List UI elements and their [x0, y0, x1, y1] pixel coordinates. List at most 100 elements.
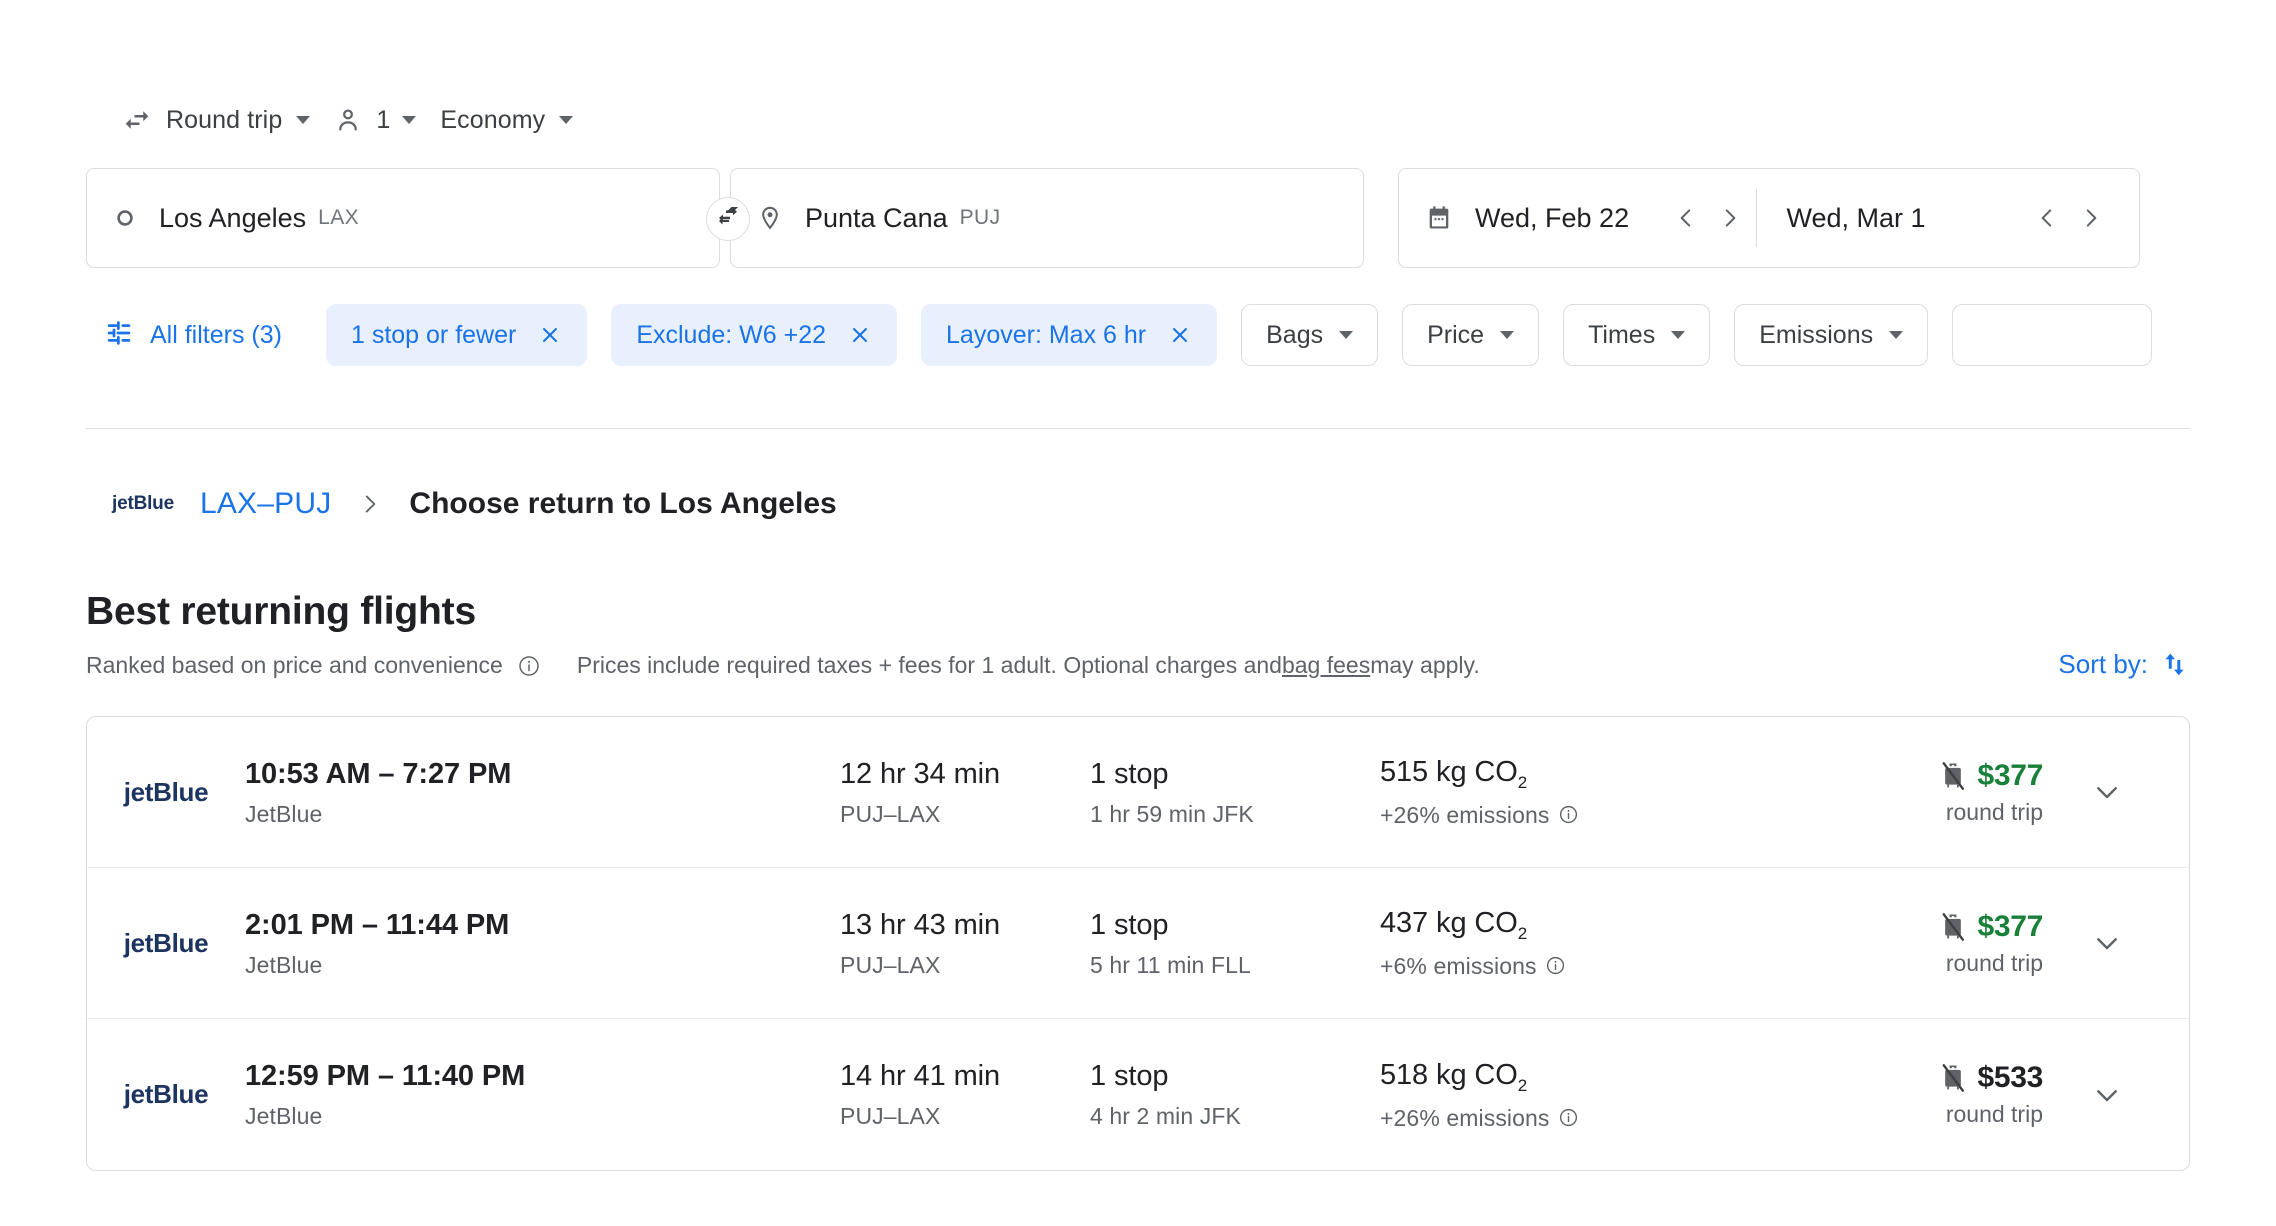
swap-origin-destination-button[interactable]	[706, 197, 750, 241]
departure-prev-day-button[interactable]	[1664, 196, 1708, 240]
airline-logo: jetBlue	[87, 777, 245, 808]
info-icon[interactable]	[1545, 955, 1566, 976]
filter-chip-overflow-partial[interactable]	[1952, 304, 2152, 366]
jetblue-logo: jetBlue	[124, 777, 209, 808]
close-icon[interactable]	[538, 323, 562, 347]
airline-logo: jetBlue	[87, 1079, 245, 1110]
chevron-down-icon	[1671, 331, 1685, 339]
origin-input[interactable]: Los Angeles LAX	[86, 168, 720, 268]
bag-fees-link[interactable]: bag fees	[1282, 652, 1370, 679]
flight-times: 2:01 PM – 11:44 PM	[245, 906, 840, 944]
departure-date-value: Wed, Feb 22	[1475, 203, 1629, 234]
flight-duration-cell: 14 hr 41 min PUJ–LAX	[840, 1057, 1090, 1132]
info-icon[interactable]	[1558, 1107, 1579, 1128]
flight-emissions-delta: +26% emissions	[1380, 800, 1800, 830]
chevron-down-icon[interactable]	[2074, 1062, 2140, 1128]
flight-airline: JetBlue	[245, 950, 840, 980]
passengers-selector[interactable]: 1	[322, 96, 428, 144]
departure-date-field[interactable]: Wed, Feb 22	[1425, 169, 1752, 267]
flight-emissions: 518 kg CO2	[1380, 1056, 1800, 1097]
close-icon[interactable]	[1168, 323, 1192, 347]
filter-chip-times[interactable]: Times	[1563, 304, 1710, 366]
ranking-note: Ranked based on price and convenience	[86, 652, 503, 679]
page-title: Best returning flights	[86, 590, 476, 634]
origin-destination-group: Los Angeles LAX Punta Cana PUJ	[86, 168, 1364, 268]
trip-type-selector[interactable]: Round trip	[110, 96, 322, 144]
filter-chip-exclude-airlines[interactable]: Exclude: W6 +22	[611, 304, 897, 366]
date-separator	[1756, 189, 1757, 247]
destination-code: PUJ	[960, 206, 1001, 230]
flight-price-type: round trip	[1946, 1101, 2043, 1128]
flight-times-cell: 2:01 PM – 11:44 PM JetBlue	[245, 906, 840, 981]
passenger-count-label: 1	[376, 106, 390, 135]
filter-chip-label: Bags	[1266, 321, 1323, 350]
flight-price-cell: $377 round trip	[1800, 759, 2059, 826]
sort-by-button[interactable]: Sort by:	[2058, 648, 2190, 680]
flight-price-cell: $533 round trip	[1800, 1061, 2059, 1128]
flight-emissions: 437 kg CO2	[1380, 904, 1800, 945]
chevron-down-icon	[559, 116, 573, 124]
emissions-subscript: 2	[1518, 1076, 1527, 1095]
filter-chip-price[interactable]: Price	[1402, 304, 1539, 366]
close-icon[interactable]	[848, 323, 872, 347]
breadcrumb-leg-link[interactable]: LAX–PUJ	[200, 487, 331, 521]
chevron-down-icon	[296, 116, 310, 124]
flight-times-cell: 12:59 PM – 11:40 PM JetBlue	[245, 1057, 840, 1132]
sort-by-label: Sort by:	[2058, 649, 2148, 680]
cabin-class-selector[interactable]: Economy	[428, 96, 585, 144]
flight-emissions-cell: 437 kg CO2 +6% emissions	[1380, 904, 1800, 982]
filter-chip-label: Emissions	[1759, 321, 1873, 350]
emissions-delta-value: +26% emissions	[1380, 802, 1550, 828]
info-icon[interactable]	[1558, 804, 1579, 825]
jetblue-logo: jetBlue	[124, 928, 209, 959]
flight-emissions-cell: 515 kg CO2 +26% emissions	[1380, 753, 1800, 831]
table-row[interactable]: jetBlue 12:59 PM – 11:40 PM JetBlue 14 h…	[87, 1019, 2189, 1170]
flight-stops: 1 stop	[1090, 1057, 1380, 1095]
flight-airline: JetBlue	[245, 1101, 840, 1131]
breadcrumb: jetBlue LAX–PUJ Choose return to Los Ang…	[112, 482, 837, 526]
filter-chip-bags[interactable]: Bags	[1241, 304, 1378, 366]
return-date-field[interactable]: Wed, Mar 1	[1761, 169, 2114, 267]
return-date-value: Wed, Mar 1	[1787, 203, 1926, 234]
flight-stops-cell: 1 stop 1 hr 59 min JFK	[1090, 755, 1380, 830]
flight-duration: 13 hr 43 min	[840, 906, 1090, 944]
flight-times: 12:59 PM – 11:40 PM	[245, 1057, 840, 1095]
departure-next-day-button[interactable]	[1708, 196, 1752, 240]
return-prev-day-button[interactable]	[2025, 196, 2069, 240]
destination-input[interactable]: Punta Cana PUJ	[730, 168, 1364, 268]
date-range-picker: Wed, Feb 22 Wed, Mar 1	[1398, 168, 2140, 268]
info-icon[interactable]	[517, 654, 541, 678]
filter-chip-emissions[interactable]: Emissions	[1734, 304, 1928, 366]
flight-duration-cell: 13 hr 43 min PUJ–LAX	[840, 906, 1090, 981]
flight-price-type: round trip	[1946, 950, 2043, 977]
filter-chip-label: Times	[1588, 321, 1655, 350]
circle-icon	[113, 206, 137, 230]
breadcrumb-airline-logo: jetBlue	[112, 493, 174, 515]
flight-emissions: 515 kg CO2	[1380, 753, 1800, 794]
table-row[interactable]: jetBlue 2:01 PM – 11:44 PM JetBlue 13 hr…	[87, 868, 2189, 1019]
return-next-day-button[interactable]	[2069, 196, 2113, 240]
flight-stops: 1 stop	[1090, 906, 1380, 944]
all-filters-label: All filters (3)	[150, 321, 282, 350]
all-filters-button[interactable]: All filters (3)	[86, 304, 302, 366]
airline-logo: jetBlue	[87, 928, 245, 959]
flight-emissions-delta: +6% emissions	[1380, 951, 1800, 981]
flight-times: 10:53 AM – 7:27 PM	[245, 755, 840, 793]
price-line: $377	[1939, 759, 2043, 793]
chevron-down-icon[interactable]	[2074, 910, 2140, 976]
flight-stops-cell: 1 stop 5 hr 11 min FLL	[1090, 906, 1380, 981]
destination-city: Punta Cana	[805, 203, 948, 234]
filter-chip-stops[interactable]: 1 stop or fewer	[326, 304, 587, 366]
flight-duration: 12 hr 34 min	[840, 755, 1090, 793]
emissions-value: 515 kg CO	[1380, 756, 1518, 788]
flight-price-type: round trip	[1946, 799, 2043, 826]
expand-cell	[2059, 1062, 2155, 1128]
calendar-icon	[1425, 204, 1453, 232]
chevron-right-icon	[357, 491, 383, 517]
filter-chip-layover[interactable]: Layover: Max 6 hr	[921, 304, 1217, 366]
flight-layover: 5 hr 11 min FLL	[1090, 950, 1380, 980]
price-line: $377	[1939, 910, 2043, 944]
flight-emissions-delta: +26% emissions	[1380, 1103, 1800, 1133]
table-row[interactable]: jetBlue 10:53 AM – 7:27 PM JetBlue 12 hr…	[87, 717, 2189, 868]
chevron-down-icon[interactable]	[2074, 759, 2140, 825]
